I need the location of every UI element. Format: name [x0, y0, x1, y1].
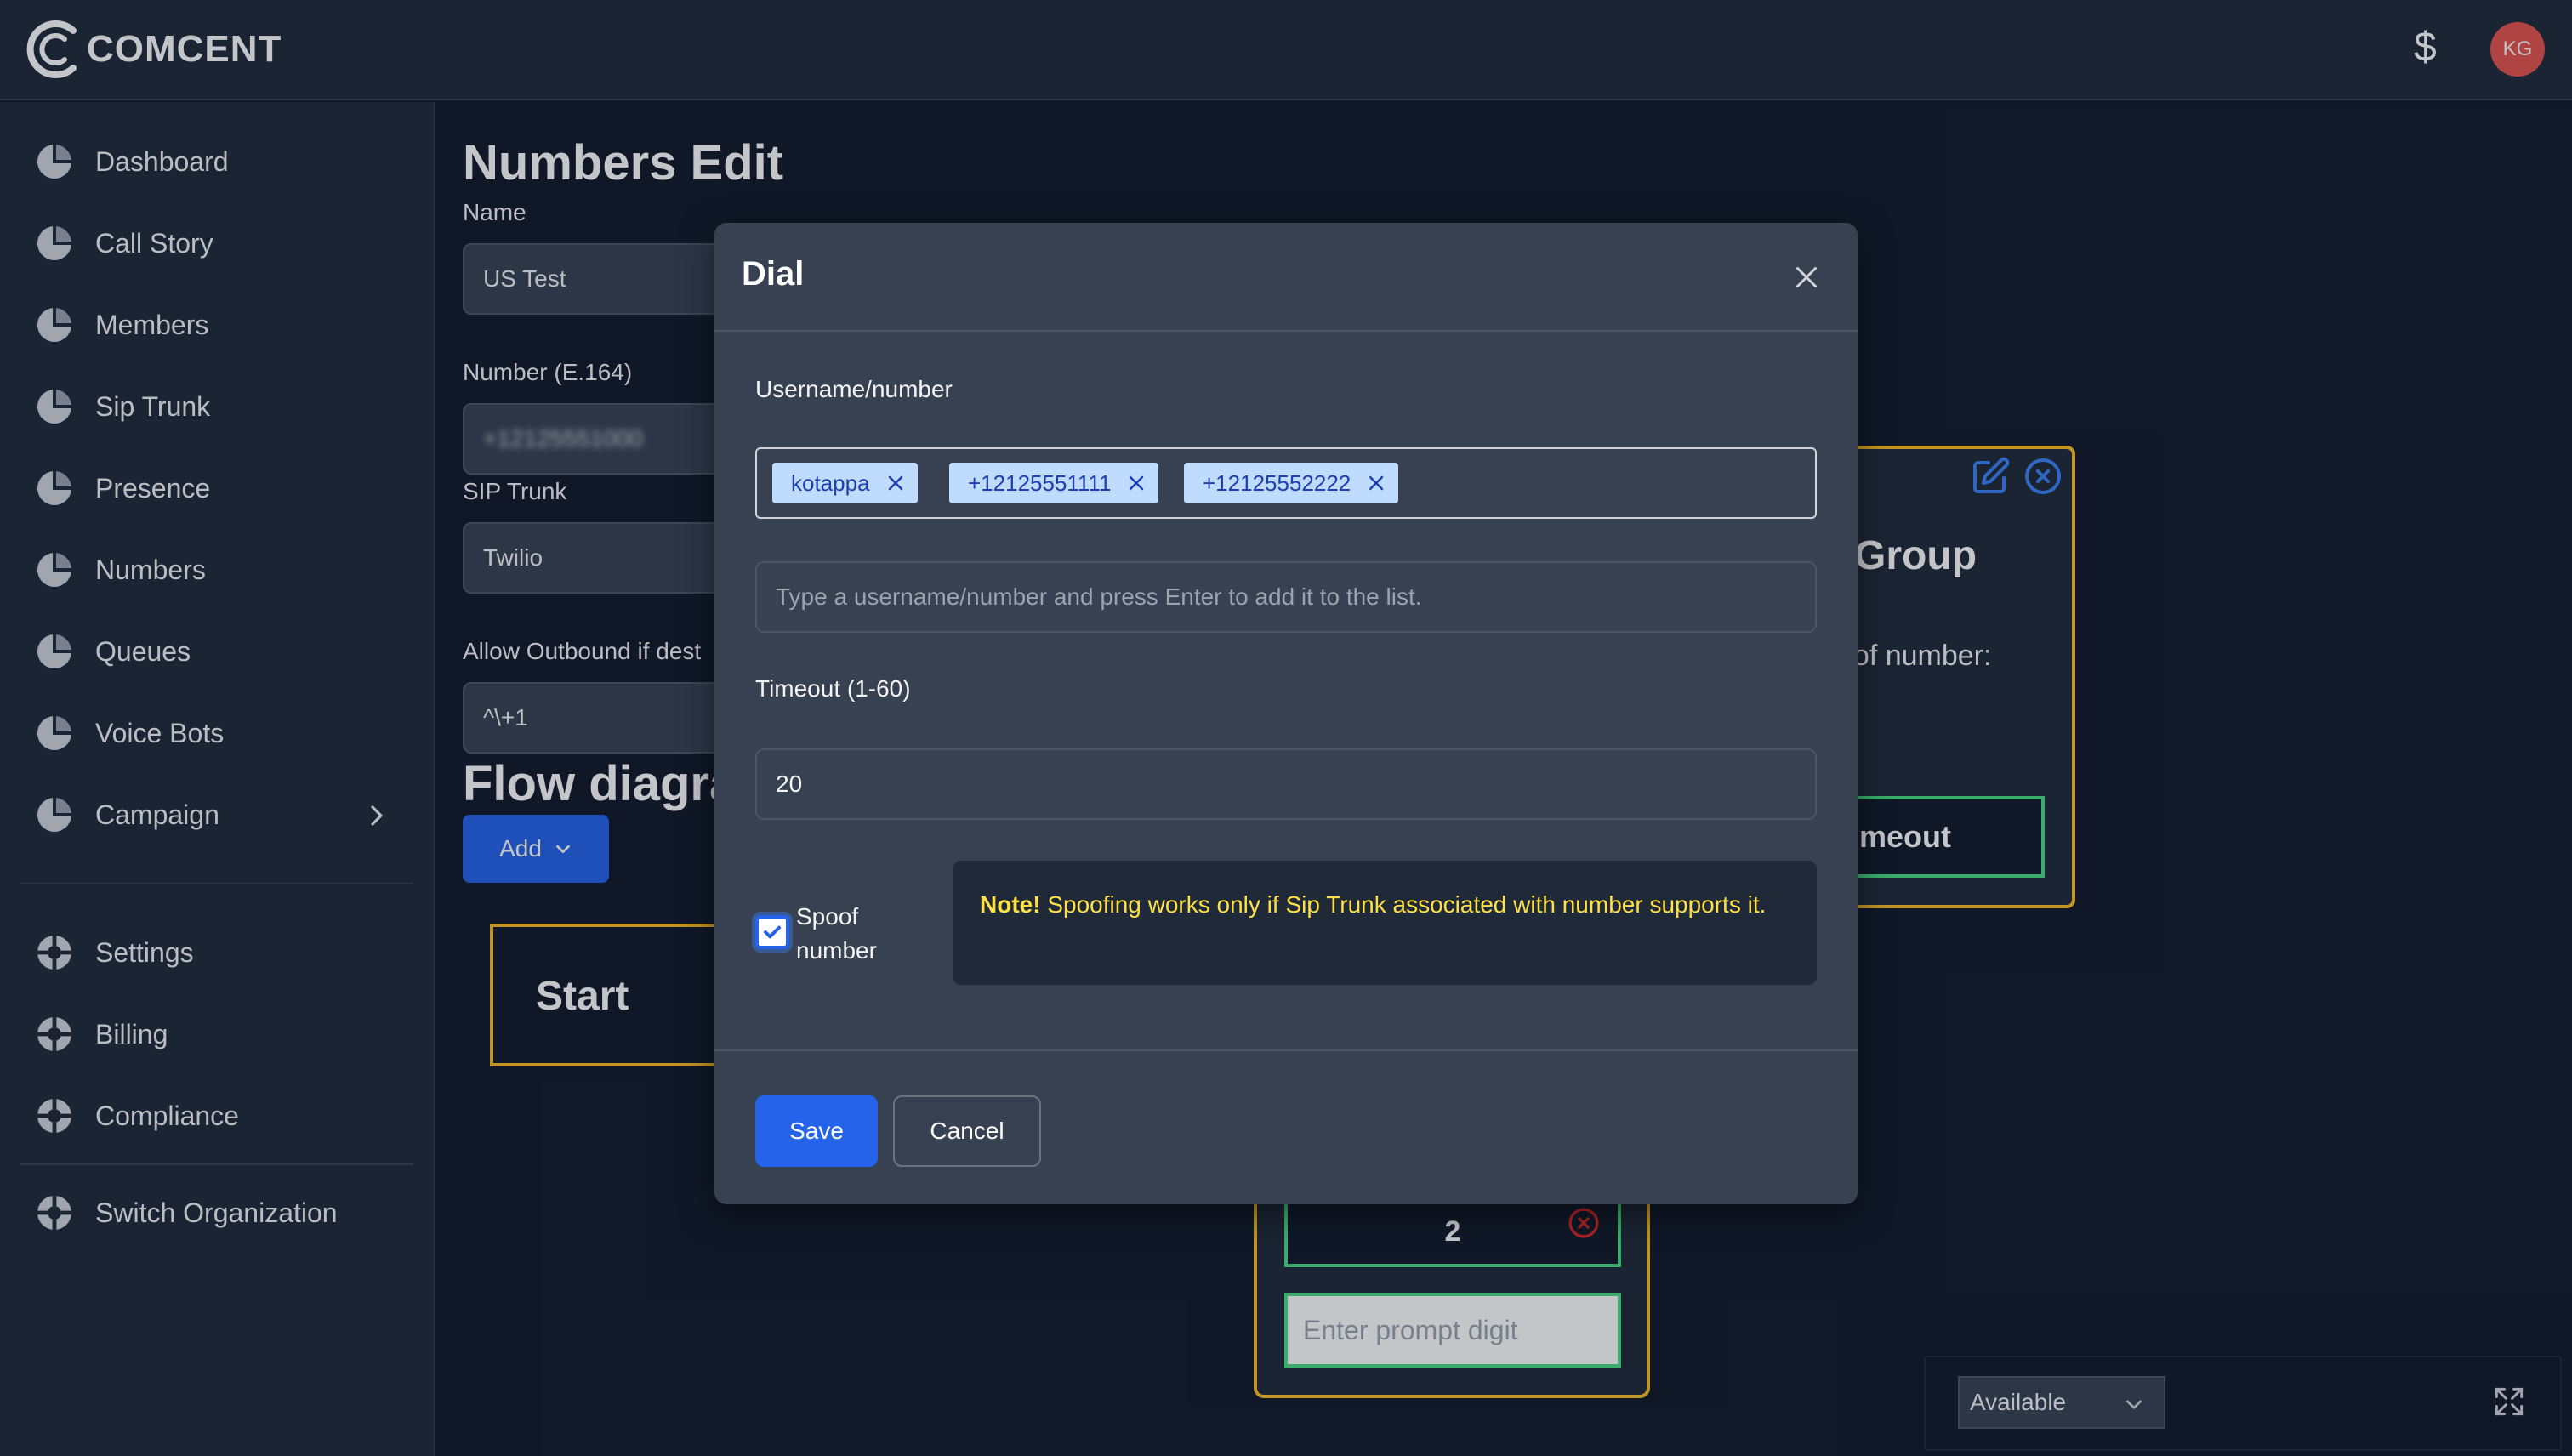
- cancel-button[interactable]: Cancel: [893, 1095, 1041, 1167]
- timeout-input[interactable]: 20: [755, 748, 1817, 820]
- tag-chip: +12125552222: [1184, 463, 1399, 503]
- spoof-label: Spoof number: [796, 903, 877, 964]
- tag-label: +12125552222: [1203, 469, 1351, 496]
- close-icon[interactable]: [1791, 262, 1822, 293]
- timeout-value: 20: [776, 771, 803, 797]
- note-text: Spoofing works only if Sip Trunk associa…: [1040, 891, 1767, 918]
- tag-chip: +12125551111: [949, 463, 1159, 503]
- remove-tag-icon[interactable]: [885, 473, 906, 493]
- tag-label: +12125551111: [968, 469, 1112, 496]
- remove-tag-icon[interactable]: [1126, 473, 1147, 493]
- timeout-label: Timeout (1-60): [755, 675, 911, 702]
- tag-chip: kotappa: [772, 463, 918, 503]
- check-icon: [764, 925, 781, 939]
- note-strong: Note!: [980, 891, 1041, 918]
- spoof-note: Note! Spoofing works only if Sip Trunk a…: [953, 861, 1817, 985]
- username-input[interactable]: Type a username/number and press Enter t…: [755, 561, 1817, 633]
- dial-modal: Dial Username/number kotappa +1212555111…: [714, 223, 1858, 1204]
- tag-label: kotappa: [791, 469, 870, 496]
- modal-title: Dial: [742, 255, 805, 293]
- save-button[interactable]: Save: [755, 1095, 878, 1167]
- username-tags-box[interactable]: kotappa +12125551111 +12125552222: [755, 447, 1817, 519]
- modal-header: Dial: [714, 223, 1858, 332]
- spoof-checkbox[interactable]: [755, 915, 789, 949]
- username-label: Username/number: [755, 376, 953, 402]
- remove-tag-icon[interactable]: [1366, 473, 1386, 493]
- modal-footer-divider: [714, 1049, 1858, 1051]
